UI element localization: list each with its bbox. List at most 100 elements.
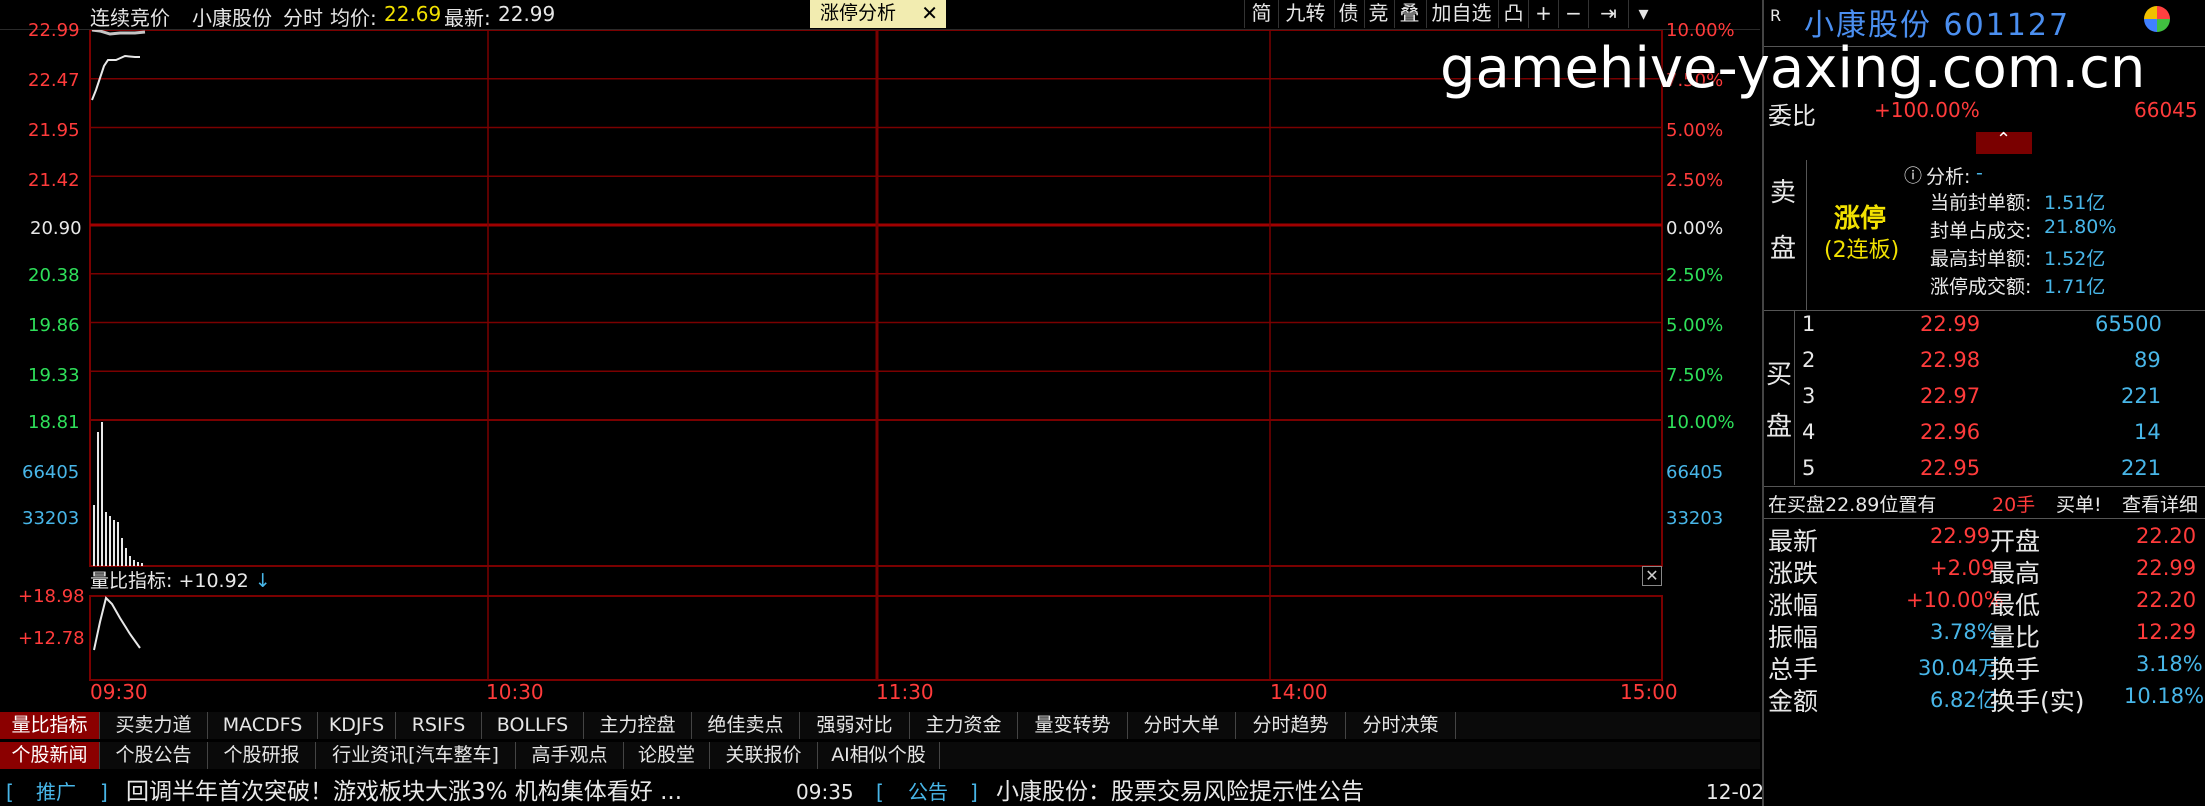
news-tab[interactable]: 行业资讯[汽车整车] [316, 742, 516, 769]
indicator-tab[interactable]: 量比指标 [0, 712, 100, 739]
percent-tick: 7.50% [1666, 365, 1724, 386]
indicator-tab[interactable]: 主力控盘 [584, 712, 692, 739]
volume-tick-right: 33203 [1666, 508, 1724, 529]
toolbar-button[interactable]: 加自选 [1426, 0, 1496, 28]
indicator-tab[interactable]: RSIFS [396, 712, 482, 739]
indicator-tick: +12.78 [18, 628, 85, 649]
toolbar-button[interactable]: 竞 [1364, 0, 1392, 28]
bid-price: 22.99 [1920, 312, 1981, 336]
toolbar-button[interactable]: 九转 [1278, 0, 1332, 28]
queue-detail-link[interactable]: 查看详细 [2122, 490, 2198, 517]
quote-panel: R 小康股份 601127 委比 +100.00% 66045 ⌃ 卖 盘 涨停… [1762, 0, 2205, 806]
globe-icon[interactable] [2144, 6, 2170, 32]
indicator-tab[interactable]: 绝佳卖点 [692, 712, 800, 739]
webi-diff: 66045 [2134, 98, 2198, 122]
limit-up-analysis-tab[interactable]: 涨停分析 ✕ [810, 0, 946, 28]
percent-tick: 5.00% [1666, 315, 1724, 336]
toolbar-button[interactable]: ▾ [1628, 0, 1658, 28]
chevron-up-icon: ⌃ [1996, 129, 2012, 150]
limit-up-sub: (2连板) [1824, 238, 1900, 263]
bid-price: 22.96 [1920, 420, 1981, 444]
news-tab[interactable]: 论股堂 [624, 742, 710, 769]
percent-tick: 2.50% [1666, 170, 1724, 191]
quote-label: 涨跌 [1768, 559, 1819, 588]
quote-label: 最新 [1768, 527, 1819, 556]
quote-value: 22.20 [2136, 588, 2197, 612]
close-icon[interactable]: ✕ [921, 0, 938, 27]
avg-value: 22.69 [384, 2, 442, 26]
bid-volume: 221 [2121, 456, 2162, 480]
time-tick: 11:30 [876, 680, 934, 704]
percent-tick: 5.00% [1666, 120, 1724, 141]
ticker-time: 09:35 [796, 780, 854, 804]
bid-level: 1 [1802, 312, 1816, 336]
price-tick: 18.81 [28, 412, 80, 433]
sell-label-1: 卖 [1770, 178, 1797, 208]
ticker-notice-headline[interactable]: 小康股份：股票交易风险提示性公告 [996, 779, 1364, 806]
price-tick: 19.86 [28, 315, 80, 336]
webi-label: 委比 [1768, 102, 1816, 130]
indicator-tab[interactable]: KDJFS [318, 712, 396, 739]
stat-label: 当前封单额: [1930, 192, 2032, 214]
analysis-value: - [1976, 162, 1983, 184]
bid-volume: 14 [2134, 420, 2161, 444]
toolbar-button[interactable]: 叠 [1394, 0, 1424, 28]
info-icon[interactable]: ⓘ [1904, 162, 1922, 188]
quote-value: +2.09 [1930, 556, 1995, 580]
indicator-tab[interactable]: 买卖力道 [100, 712, 208, 739]
indicator-tab[interactable]: MACDFS [208, 712, 318, 739]
indicator-tab[interactable]: 主力资金 [910, 712, 1018, 739]
price-tick: 20.90 [30, 218, 82, 239]
quote-label: 换手(实) [1990, 687, 2085, 716]
news-tab[interactable]: AI相似个股 [818, 742, 940, 769]
trading-mode: 连续竞价 [90, 6, 170, 30]
chart-grid [89, 29, 1663, 681]
arrow-down-icon: ↓ [254, 570, 271, 592]
news-tab[interactable]: 个股公告 [100, 742, 208, 769]
price-tick: 22.99 [28, 20, 80, 41]
volume-tick-right: 66405 [1666, 462, 1724, 483]
indicator-tab[interactable]: BOLLFS [482, 712, 584, 739]
price-tick: 21.42 [28, 170, 80, 191]
toolbar-button[interactable]: 凸 [1498, 0, 1528, 28]
collapse-button[interactable]: ⌃ [1976, 129, 2032, 154]
ticker-headline[interactable]: 回调半年首次突破！游戏板块大涨3% 机构集体看好 ... [126, 779, 682, 806]
toolbar-button[interactable]: 债 [1334, 0, 1362, 28]
indicator-tab[interactable]: 量变转势 [1018, 712, 1128, 739]
news-tabs: 个股新闻 个股公告 个股研报 行业资讯[汽车整车] 高手观点 论股堂 关联报价 AI相似个股 [0, 742, 1760, 769]
quote-value: 6.82亿 [1930, 688, 1998, 712]
news-tab[interactable]: 个股新闻 [0, 742, 100, 769]
toolbar-button[interactable]: − [1558, 0, 1588, 28]
stat-label: 封单占成交: [1930, 220, 2032, 242]
bid-price: 22.97 [1920, 384, 1981, 408]
quote-label: 最低 [1990, 591, 2041, 620]
news-tab[interactable]: 关联报价 [710, 742, 818, 769]
intraday-chart[interactable] [0, 0, 1760, 730]
quote-value: 10.18% [2124, 684, 2205, 708]
indicator-tab[interactable]: 分时决策 [1346, 712, 1456, 739]
news-ticker[interactable]: [ 推广 ] 回调半年首次突破！游戏板块大涨3% 机构集体看好 ... 09:3… [0, 779, 1764, 806]
watermark: gamehive-yaxing.com.cn [1440, 36, 2146, 101]
toolbar-button[interactable]: ⇥ [1588, 0, 1628, 28]
limit-up-badge: 涨停 [1834, 204, 1887, 234]
queue-text: 在买盘22.89位置有 [1768, 494, 1937, 516]
indicator-tab[interactable]: 分时趋势 [1236, 712, 1346, 739]
quote-label: 总手 [1768, 655, 1819, 684]
indicator-tab[interactable]: 分时大单 [1128, 712, 1236, 739]
percent-tick: 0.00% [1666, 218, 1724, 239]
close-indicator-icon[interactable]: ✕ [1642, 566, 1662, 586]
volume-bars [93, 422, 143, 566]
indicator-value: +10.92 [178, 570, 249, 592]
indicator-label: 量比指标: +10.92 ↓ [90, 570, 271, 592]
quote-value: 3.78% [1930, 620, 1997, 644]
avg-label: 均价: [330, 6, 377, 30]
news-tab[interactable]: 高手观点 [516, 742, 624, 769]
toolbar-button[interactable]: + [1528, 0, 1558, 28]
last-label: 最新: [444, 6, 491, 30]
news-tab[interactable]: 个股研报 [208, 742, 316, 769]
bid-volume: 65500 [2095, 312, 2162, 336]
toolbar-button[interactable]: 简 [1244, 0, 1278, 28]
indicator-tab[interactable]: 强弱对比 [800, 712, 910, 739]
ticker-date: 12-02 [1706, 780, 1765, 804]
price-tick: 21.95 [28, 120, 80, 141]
